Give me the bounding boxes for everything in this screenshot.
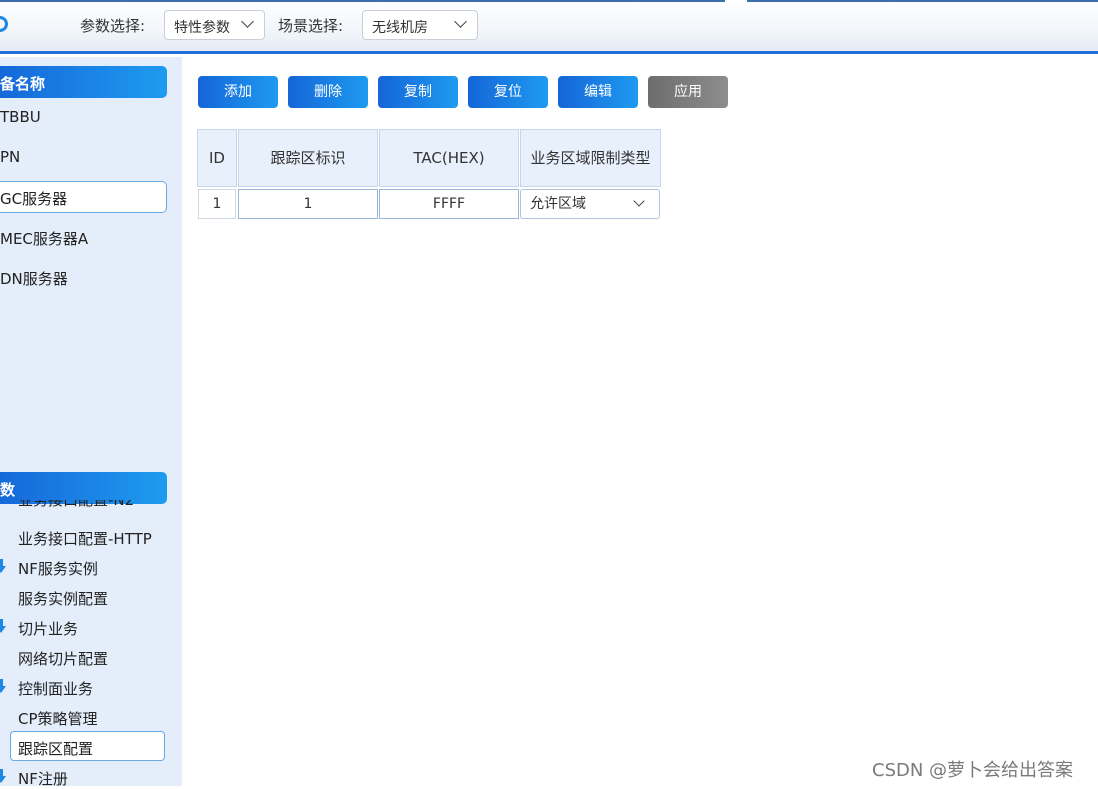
chevron-down-icon [633, 195, 645, 207]
param-select-value: 特性参数 [174, 20, 230, 36]
tree-item-tracking-area-config[interactable]: 跟踪区配置 [18, 738, 93, 759]
scene-select-value: 无线机房 [372, 20, 428, 36]
input-tracking-area-id[interactable]: 1 [238, 189, 378, 219]
chevron-down-icon [241, 15, 254, 28]
delete-button[interactable]: 删除 [288, 76, 368, 108]
expand-arrow-icon[interactable] [0, 559, 6, 573]
top-border-line [0, 0, 1098, 2]
device-section-header: 备名称 [0, 66, 167, 98]
reset-button[interactable]: 复位 [468, 76, 548, 108]
tree-group-nf-service-instance[interactable]: NF服务实例 [18, 558, 98, 579]
device-item-tbbu[interactable]: TBBU [0, 108, 41, 126]
param-select-label: 参数选择: [80, 17, 146, 35]
device-item-mec-server[interactable]: MEC服务器A [0, 228, 88, 249]
column-header-tac-hex: TAC(HEX) [379, 129, 519, 187]
top-bar: 参数选择: 特性参数 场景选择: 无线机房 [0, 0, 1098, 54]
tree-item-label: 业务接口配置-N2 [18, 500, 135, 509]
tree-item-service-instance-config[interactable]: 服务实例配置 [18, 588, 108, 609]
column-header-restriction-type: 业务区域限制类型 [520, 129, 661, 187]
param-select-dropdown[interactable]: 特性参数 [164, 10, 265, 40]
watermark: CSDN @萝卜会给出答案 [872, 760, 1074, 781]
tree-item-n2-config[interactable]: 业务接口配置-N2 [18, 500, 134, 516]
tree-item-http-config[interactable]: 业务接口配置-HTTP [18, 528, 152, 549]
column-header-id: ID [197, 129, 237, 187]
add-button[interactable]: 添加 [198, 76, 278, 108]
cell-id: 1 [198, 189, 236, 219]
input-tac-hex[interactable]: FFFF [379, 189, 519, 219]
top-border-gap [725, 0, 747, 2]
column-header-tracking-area-id: 跟踪区标识 [238, 129, 378, 187]
tree-group-slice-service[interactable]: 切片业务 [18, 618, 78, 639]
copy-button[interactable]: 复制 [378, 76, 458, 108]
edit-button[interactable]: 编辑 [558, 76, 638, 108]
chevron-down-icon [454, 15, 467, 28]
restriction-type-value: 允许区域 [530, 196, 586, 212]
tree-group-control-plane[interactable]: 控制面业务 [18, 678, 93, 699]
restriction-type-dropdown[interactable]: 允许区域 [520, 189, 660, 219]
device-item-pn[interactable]: PN [0, 148, 20, 166]
device-item-gc-server[interactable]: GC服务器 [0, 188, 67, 209]
app-logo-icon [0, 16, 8, 32]
sidebar [0, 57, 182, 786]
tree-item-network-slice-config[interactable]: 网络切片配置 [18, 648, 108, 669]
apply-button[interactable]: 应用 [648, 76, 728, 108]
expand-arrow-icon[interactable] [0, 679, 6, 693]
device-item-dn-server[interactable]: DN服务器 [0, 268, 68, 289]
scene-select-dropdown[interactable]: 无线机房 [362, 10, 478, 40]
scene-select-label: 场景选择: [278, 17, 344, 35]
expand-arrow-icon[interactable] [0, 619, 6, 633]
expand-arrow-icon[interactable] [0, 769, 6, 783]
tree-item-cp-policy[interactable]: CP策略管理 [18, 708, 98, 729]
